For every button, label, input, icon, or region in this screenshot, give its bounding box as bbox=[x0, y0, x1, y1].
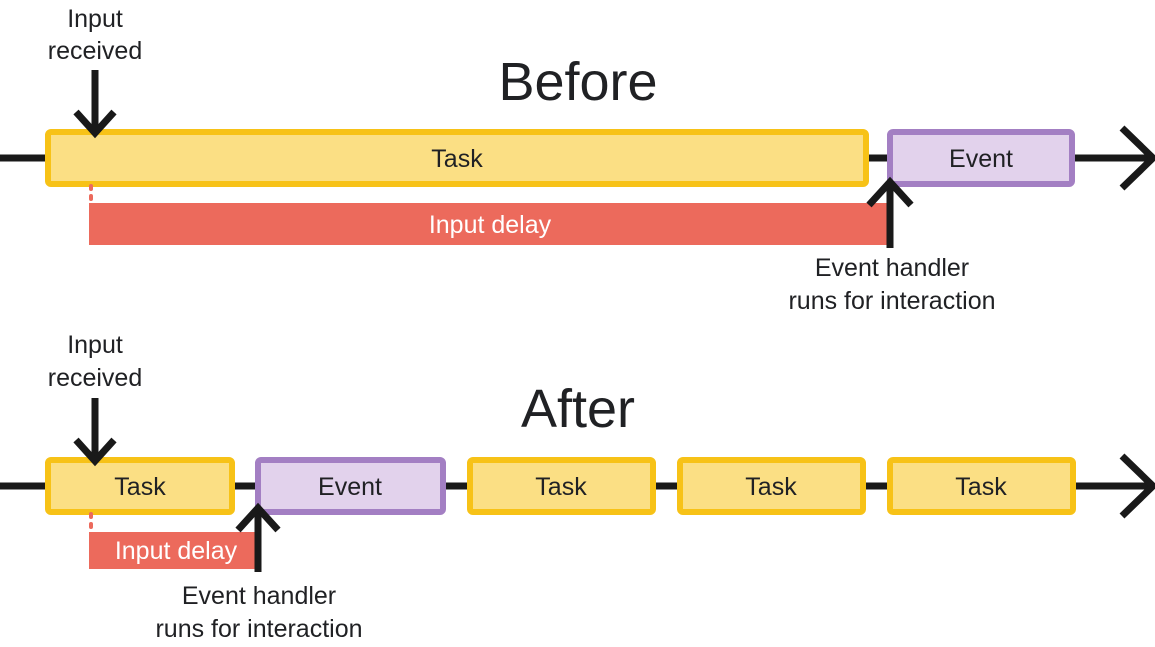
after-event-handler-annotation: Event handler runs for interaction bbox=[155, 502, 363, 643]
after-task-block-4: Task bbox=[887, 457, 1076, 515]
before-handler-line1: Event handler bbox=[815, 254, 969, 282]
before-task-label: Task bbox=[431, 145, 483, 173]
before-input-received-annotation: Input received bbox=[48, 5, 143, 139]
before-input-received-line1: Input bbox=[67, 5, 123, 33]
after-task-label-1: Task bbox=[114, 473, 166, 501]
after-section: After Task Event Task Task Task Input de… bbox=[0, 331, 1155, 643]
after-task-block-2: Task bbox=[467, 457, 656, 515]
before-task-block: Task bbox=[45, 129, 869, 187]
after-event-label: Event bbox=[318, 473, 382, 501]
before-event-label: Event bbox=[949, 145, 1013, 173]
after-task-label-4: Task bbox=[955, 473, 1007, 501]
after-task-label-2: Task bbox=[535, 473, 587, 501]
after-input-received-annotation: Input received bbox=[48, 331, 143, 467]
after-heading: After bbox=[521, 379, 635, 439]
after-input-delay-label: Input delay bbox=[115, 537, 238, 565]
before-input-received-line2: received bbox=[48, 37, 143, 65]
before-event-block: Event bbox=[887, 129, 1075, 187]
before-section: Before Task Event Input delay Input rece… bbox=[0, 5, 1155, 315]
before-input-delay-label: Input delay bbox=[429, 211, 552, 239]
after-handler-line2: runs for interaction bbox=[155, 615, 362, 643]
before-event-handler-annotation: Event handler runs for interaction bbox=[788, 176, 996, 315]
before-heading: Before bbox=[498, 52, 657, 112]
diagram-root: Before Task Event Input delay Input rece… bbox=[0, 0, 1155, 647]
after-event-block: Event bbox=[255, 457, 446, 515]
input-delay-diagram: Before Task Event Input delay Input rece… bbox=[0, 5, 1155, 643]
after-task-label-3: Task bbox=[745, 473, 797, 501]
before-handler-line2: runs for interaction bbox=[788, 287, 995, 315]
after-input-received-line2: received bbox=[48, 364, 143, 392]
after-task-block-3: Task bbox=[677, 457, 866, 515]
after-input-delay-bar: Input delay bbox=[89, 532, 258, 569]
after-handler-line1: Event handler bbox=[182, 582, 336, 610]
before-input-delay-bar: Input delay bbox=[89, 203, 890, 245]
after-task-block-1: Task bbox=[45, 457, 235, 515]
after-input-received-line1: Input bbox=[67, 331, 123, 359]
